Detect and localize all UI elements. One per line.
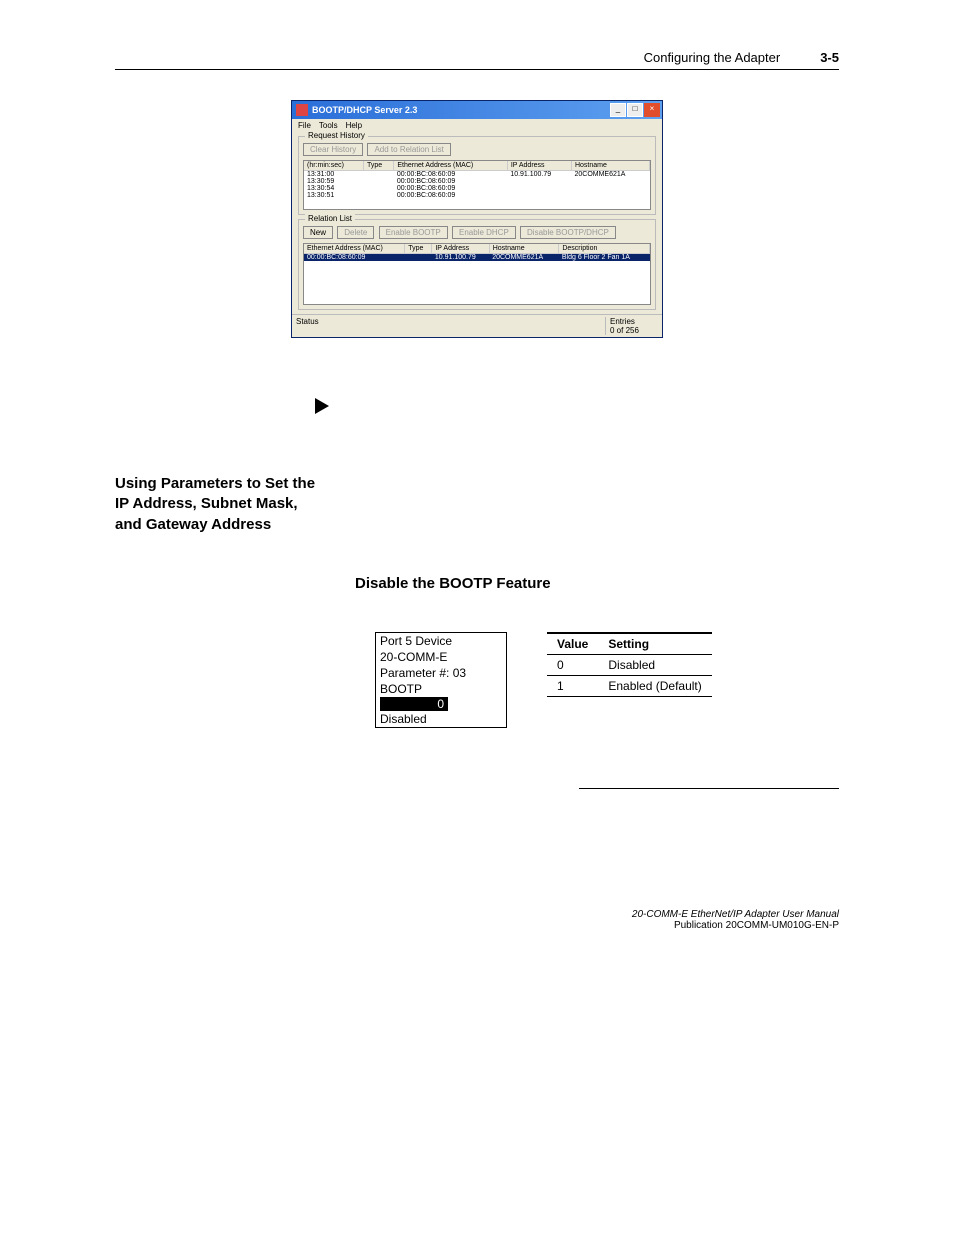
enable-dhcp-button[interactable]: Enable DHCP xyxy=(452,226,516,239)
footer-publication: Publication 20COMM-UM010G-EN-P xyxy=(115,920,839,931)
page-footer: 20-COMM-E EtherNet/IP Adapter User Manua… xyxy=(115,909,839,931)
sub-heading: Disable the BOOTP Feature xyxy=(355,575,839,592)
col-ip: IP Address xyxy=(432,244,489,254)
request-history-list[interactable]: (hr:min:sec) Type Ethernet Address (MAC)… xyxy=(303,160,651,210)
table-row: 0 Disabled xyxy=(547,654,712,675)
col-setting: Setting xyxy=(598,633,711,655)
bootp-server-window: BOOTP/DHCP Server 2.3 _ □ × File Tools H… xyxy=(291,100,663,338)
triangle-icon xyxy=(315,398,329,414)
blank-underline xyxy=(579,788,839,789)
status-bar: Status Entries 0 of 256 xyxy=(292,314,662,337)
lcd-line: 20-COMM-E xyxy=(376,649,506,665)
menu-help[interactable]: Help xyxy=(346,121,362,130)
section-heading: Using Parameters to Set the IP Address, … xyxy=(115,474,325,535)
lcd-line: Port 5 Device xyxy=(376,633,506,649)
cell-value: 0 xyxy=(547,654,598,675)
header-title: Configuring the Adapter xyxy=(644,50,781,65)
request-history-group: Request History Clear History Add to Rel… xyxy=(298,136,656,215)
col-type: Type xyxy=(405,244,432,254)
lcd-line: Parameter #: 03 xyxy=(376,665,506,681)
col-mac: Ethernet Address (MAC) xyxy=(394,161,507,171)
value-setting-table: Value Setting 0 Disabled 1 Enabled (Defa… xyxy=(547,632,712,697)
col-host: Hostname xyxy=(571,161,649,171)
add-to-relation-button[interactable]: Add to Relation List xyxy=(367,143,450,156)
app-icon xyxy=(296,104,308,116)
status-label: Status xyxy=(296,317,605,335)
lcd-line: BOOTP xyxy=(376,681,506,697)
lcd-line: Disabled xyxy=(376,711,506,727)
maximize-button[interactable]: □ xyxy=(627,103,643,117)
window-titlebar: BOOTP/DHCP Server 2.3 _ □ × xyxy=(292,101,662,119)
relation-list-label: Relation List xyxy=(305,214,355,223)
request-history-label: Request History xyxy=(305,131,368,140)
col-ip: IP Address xyxy=(507,161,571,171)
col-type: Type xyxy=(363,161,393,171)
window-title: BOOTP/DHCP Server 2.3 xyxy=(312,105,610,115)
delete-button[interactable]: Delete xyxy=(337,226,374,239)
cell-setting: Disabled xyxy=(598,654,711,675)
entries-count: Entries 0 of 256 xyxy=(605,317,658,335)
page-header: Configuring the Adapter 3-5 xyxy=(115,50,839,70)
enable-bootp-button[interactable]: Enable BOOTP xyxy=(379,226,448,239)
lcd-display: Port 5 Device 20-COMM-E Parameter #: 03 … xyxy=(375,632,507,728)
relation-list[interactable]: Ethernet Address (MAC) Type IP Address H… xyxy=(303,243,651,305)
cell-setting: Enabled (Default) xyxy=(598,675,711,696)
list-item[interactable]: 13:30:54 00:00:BC:08:60:09 xyxy=(304,185,650,192)
table-row: 1 Enabled (Default) xyxy=(547,675,712,696)
list-item[interactable]: 13:30:59 00:00:BC:08:60:09 xyxy=(304,178,650,185)
col-desc: Description xyxy=(559,244,650,254)
step-bullet xyxy=(315,398,839,414)
col-mac: Ethernet Address (MAC) xyxy=(304,244,405,254)
clear-history-button[interactable]: Clear History xyxy=(303,143,363,156)
disable-bootp-dhcp-button[interactable]: Disable BOOTP/DHCP xyxy=(520,226,616,239)
menu-tools[interactable]: Tools xyxy=(319,121,338,130)
relation-list-group: Relation List New Delete Enable BOOTP En… xyxy=(298,219,656,310)
list-item[interactable]: 13:30:51 00:00:BC:08:60:09 xyxy=(304,192,650,199)
footer-manual-title: 20-COMM-E EtherNet/IP Adapter User Manua… xyxy=(115,909,839,920)
col-host: Hostname xyxy=(489,244,559,254)
new-button[interactable]: New xyxy=(303,226,333,239)
cell-value: 1 xyxy=(547,675,598,696)
close-button[interactable]: × xyxy=(644,103,660,117)
header-page-number: 3-5 xyxy=(820,50,839,65)
lcd-value: 0 xyxy=(380,697,448,711)
list-item[interactable]: 13:31:00 00:00:BC:08:60:09 10.91.100.79 … xyxy=(304,171,650,179)
minimize-button[interactable]: _ xyxy=(610,103,626,117)
col-value: Value xyxy=(547,633,598,655)
col-time: (hr:min:sec) xyxy=(304,161,363,171)
menu-file[interactable]: File xyxy=(298,121,311,130)
list-item[interactable]: 00:00:BC:08:60:09 10.91.100.79 20COMME62… xyxy=(304,254,650,262)
